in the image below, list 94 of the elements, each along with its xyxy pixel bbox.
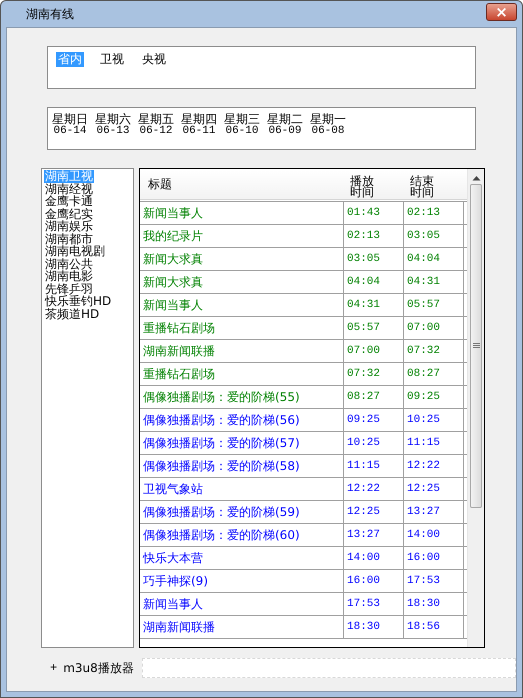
program-title: 卫视气象站 xyxy=(140,478,344,500)
end-time: 09:25 xyxy=(404,386,464,408)
end-time: 07:00 xyxy=(404,317,464,339)
end-time: 13:27 xyxy=(404,501,464,523)
start-time: 03:05 xyxy=(344,248,404,270)
program-title: 湖南新闻联播 xyxy=(140,340,344,362)
column-header[interactable]: 标题 xyxy=(140,169,344,199)
tab[interactable]: 央视 xyxy=(140,52,168,67)
column-header[interactable]: 播放时间 xyxy=(344,169,374,199)
end-time: 04:31 xyxy=(404,271,464,293)
program-title: 快乐大本营 xyxy=(140,547,344,569)
program-title: 偶像独播剧场：爱的阶梯(55) xyxy=(140,386,344,408)
end-time: 07:32 xyxy=(404,340,464,362)
program-title: 巧手神探(9) xyxy=(140,570,344,592)
weekday-label[interactable]: 星期五 xyxy=(138,112,174,126)
column-header[interactable]: 结束时间 xyxy=(404,169,434,199)
program-title: 我的纪录片 xyxy=(140,225,344,247)
end-time: 08:27 xyxy=(404,363,464,385)
channel-item[interactable]: 金鹰卡通 xyxy=(44,195,94,208)
program-title: 新闻当事人 xyxy=(140,294,344,316)
channel-item[interactable]: 湖南都市 xyxy=(44,232,94,245)
weekday-label[interactable]: 星期一 xyxy=(310,112,346,126)
end-time: 18:30 xyxy=(404,593,464,615)
date-label[interactable]: 06-11 xyxy=(182,126,216,137)
program-title: 偶像独播剧场：爱的阶梯(59) xyxy=(140,501,344,523)
program-title: 偶像独播剧场：爱的阶梯(57) xyxy=(140,432,344,454)
weekday-label[interactable]: 星期三 xyxy=(224,112,260,126)
start-time: 13:27 xyxy=(344,524,404,546)
start-time: 18:30 xyxy=(344,616,404,638)
channel-item[interactable]: 金鹰纪实 xyxy=(44,208,94,220)
program-title: 新闻大求真 xyxy=(140,248,344,270)
weekday-label[interactable]: 星期六 xyxy=(95,112,131,126)
start-time: 16:00 xyxy=(344,570,404,592)
start-time: 07:32 xyxy=(344,363,404,385)
weekday-label[interactable]: 星期四 xyxy=(181,112,217,126)
end-time: 03:05 xyxy=(404,225,464,247)
scrollbar[interactable] xyxy=(467,169,484,647)
end-time: 04:04 xyxy=(404,248,464,270)
end-time: 17:53 xyxy=(404,570,464,592)
start-time: 04:31 xyxy=(344,294,404,316)
weekday-label[interactable]: 星期日 xyxy=(52,112,88,126)
date-label[interactable]: 06-09 xyxy=(268,126,302,137)
end-time: 11:15 xyxy=(404,432,464,454)
end-time: 12:22 xyxy=(404,455,464,477)
program-title: 偶像独播剧场：爱的阶梯(60) xyxy=(140,524,344,546)
start-time: 05:57 xyxy=(344,317,404,339)
date-label[interactable]: 06-08 xyxy=(311,126,344,137)
program-title: 湖南新闻联播 xyxy=(140,616,344,638)
scroll-up-icon[interactable] xyxy=(472,175,480,181)
end-time: 12:25 xyxy=(404,478,464,500)
channel-item[interactable]: 湖南经视 xyxy=(44,182,94,195)
channel-item[interactable]: 快乐垂钓HD xyxy=(44,295,112,308)
weekday-label[interactable]: 星期二 xyxy=(267,112,303,126)
start-time: 12:25 xyxy=(344,501,404,523)
program-title: 新闻当事人 xyxy=(140,202,344,224)
channel-item[interactable]: 湖南公共 xyxy=(44,258,94,270)
start-time: 08:27 xyxy=(344,386,404,408)
channel-item[interactable]: 湖南电影 xyxy=(44,270,94,282)
window-title: 湖南有线 xyxy=(26,6,74,22)
plus-icon[interactable]: + xyxy=(50,661,58,675)
start-time: 04:04 xyxy=(344,271,404,293)
start-time: 07:00 xyxy=(344,340,404,362)
program-title: 新闻当事人 xyxy=(140,593,344,615)
start-time: 14:00 xyxy=(344,547,404,569)
program-title: 新闻大求真 xyxy=(140,271,344,293)
start-time: 02:13 xyxy=(344,225,404,247)
scroll-thumb[interactable] xyxy=(470,184,482,508)
date-label[interactable]: 06-13 xyxy=(96,126,130,137)
program-title: 偶像独播剧场：爱的阶梯(58) xyxy=(140,455,344,477)
end-time: 18:56 xyxy=(404,616,464,638)
program-title: 偶像独播剧场：爱的阶梯(56) xyxy=(140,409,344,431)
channel-item[interactable]: 湖南电视剧 xyxy=(44,245,106,258)
url-field[interactable] xyxy=(142,658,516,678)
end-time: 02:13 xyxy=(404,202,464,224)
start-time: 09:25 xyxy=(344,409,404,431)
player-label: m3u8播放器 xyxy=(63,660,134,676)
end-time: 16:00 xyxy=(404,547,464,569)
end-time: 05:57 xyxy=(404,294,464,316)
start-time: 10:25 xyxy=(344,432,404,454)
program-title: 重播钻石剧场 xyxy=(140,317,344,339)
start-time: 17:53 xyxy=(344,593,404,615)
program-title: 重播钻石剧场 xyxy=(140,363,344,385)
date-label[interactable]: 06-10 xyxy=(225,126,258,137)
start-time: 11:15 xyxy=(344,455,404,477)
channel-item[interactable]: 茶频道HD xyxy=(44,308,100,320)
channel-item[interactable]: 湖南娱乐 xyxy=(44,220,94,232)
channel-item[interactable]: 先锋乒羽 xyxy=(44,282,94,295)
date-label[interactable]: 06-12 xyxy=(139,126,172,137)
end-time: 10:25 xyxy=(404,409,464,431)
date-label[interactable]: 06-14 xyxy=(53,126,86,137)
start-time: 12:22 xyxy=(344,478,404,500)
tab[interactable]: 卫视 xyxy=(98,52,126,67)
start-time: 01:43 xyxy=(344,202,404,224)
end-time: 14:00 xyxy=(404,524,464,546)
